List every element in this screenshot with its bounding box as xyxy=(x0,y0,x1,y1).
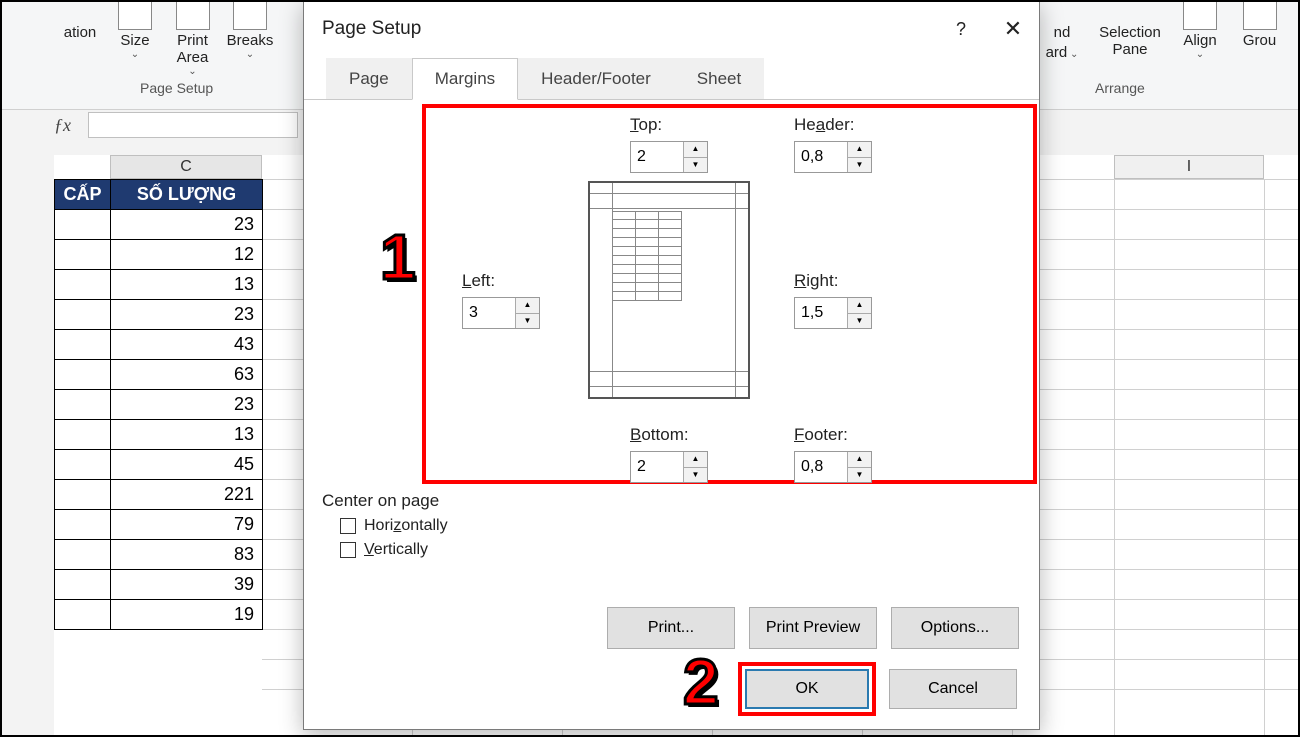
spin-down-icon[interactable]: ▼ xyxy=(848,468,871,483)
tab-margins[interactable]: Margins xyxy=(412,58,518,100)
chk-horizontal[interactable]: Horizontally xyxy=(340,517,448,535)
dialog-tabs: Page Margins Header/Footer Sheet xyxy=(304,57,1039,101)
spin-right[interactable]: ▲▼ xyxy=(794,297,872,329)
table-row: 13 xyxy=(55,420,263,450)
input-footer[interactable] xyxy=(795,452,847,482)
spin-down-icon[interactable]: ▼ xyxy=(516,314,539,329)
data-table[interactable]: CẤPSỐ LƯỢNG 23 12 13 23 43 63 23 13 45 2… xyxy=(54,179,263,630)
spin-down-icon[interactable]: ▼ xyxy=(848,158,871,173)
table-row: 19 xyxy=(55,600,263,630)
spin-up-icon[interactable]: ▲ xyxy=(684,142,707,158)
spin-up-icon[interactable]: ▲ xyxy=(848,142,871,158)
table-row: 12 xyxy=(55,240,263,270)
spin-down-icon[interactable]: ▼ xyxy=(684,158,707,173)
spin-up-icon[interactable]: ▲ xyxy=(848,298,871,314)
spin-down-icon[interactable]: ▼ xyxy=(848,314,871,329)
label-footer: Footer: xyxy=(794,425,848,445)
checkbox-icon[interactable] xyxy=(340,542,356,558)
header-cap: CẤP xyxy=(55,180,111,210)
fx-icon[interactable]: ƒx xyxy=(54,115,71,136)
center-on-page: Center on page Horizontally Vertically xyxy=(322,491,448,559)
input-right[interactable] xyxy=(795,298,847,328)
spin-up-icon[interactable]: ▲ xyxy=(684,452,707,468)
spin-up-icon[interactable]: ▲ xyxy=(848,452,871,468)
input-left[interactable] xyxy=(463,298,515,328)
label-header: Header: xyxy=(794,115,855,135)
table-row: 63 xyxy=(55,360,263,390)
ribbon-orientation[interactable]: ation xyxy=(55,24,105,41)
ribbon-send[interactable]: nd xyxy=(1042,24,1082,41)
tab-page[interactable]: Page xyxy=(326,58,412,100)
table-row: 23 xyxy=(55,300,263,330)
label-left: Left: xyxy=(462,271,495,291)
spin-header[interactable]: ▲▼ xyxy=(794,141,872,173)
input-top[interactable] xyxy=(631,142,683,172)
close-button[interactable]: ✕ xyxy=(987,4,1039,54)
table-row: 43 xyxy=(55,330,263,360)
table-row: 13 xyxy=(55,270,263,300)
header-qty: SỐ LƯỢNG xyxy=(111,180,263,210)
input-header[interactable] xyxy=(795,142,847,172)
table-row: 23 xyxy=(55,210,263,240)
tab-header-footer[interactable]: Header/Footer xyxy=(518,58,674,100)
chk-vertical[interactable]: Vertically xyxy=(340,541,448,559)
print-preview-button[interactable]: Print Preview xyxy=(749,607,877,649)
ribbon-group-arrange: Arrange xyxy=(1095,80,1145,96)
table-row: 79 xyxy=(55,510,263,540)
formula-bar[interactable] xyxy=(88,112,298,138)
label-bottom: Bottom: xyxy=(630,425,689,445)
ribbon-group[interactable]: Grou xyxy=(1232,0,1287,49)
label-right: Right: xyxy=(794,271,838,291)
ribbon-align[interactable]: Align⌄ xyxy=(1175,0,1225,60)
ribbon-ward[interactable]: ard ⌄ xyxy=(1042,44,1082,61)
options-button[interactable]: Options... xyxy=(891,607,1019,649)
dialog-button-row: Print... Print Preview Options... xyxy=(304,607,1019,649)
spin-up-icon[interactable]: ▲ xyxy=(516,298,539,314)
checkbox-icon[interactable] xyxy=(340,518,356,534)
table-row: 45 xyxy=(55,450,263,480)
print-button[interactable]: Print... xyxy=(607,607,735,649)
ribbon-group-page-setup: Page Setup xyxy=(140,80,213,96)
label-top: Top: xyxy=(630,115,662,135)
ribbon-breaks[interactable]: Breaks⌄ xyxy=(221,0,279,60)
col-header-c[interactable]: C xyxy=(110,155,262,179)
ribbon-selection-pane[interactable]: Selection Pane xyxy=(1090,24,1170,58)
spin-bottom[interactable]: ▲▼ xyxy=(630,451,708,483)
ok-button[interactable]: OK xyxy=(745,669,869,709)
table-row: 221 xyxy=(55,480,263,510)
spin-down-icon[interactable]: ▼ xyxy=(684,468,707,483)
spin-left[interactable]: ▲▼ xyxy=(462,297,540,329)
spin-footer[interactable]: ▲▼ xyxy=(794,451,872,483)
dialog-title: Page Setup xyxy=(322,18,935,40)
table-row: 39 xyxy=(55,570,263,600)
col-header-i[interactable]: I xyxy=(1114,155,1264,179)
spin-top[interactable]: ▲▼ xyxy=(630,141,708,173)
ribbon-print-area[interactable]: Print Area⌄ xyxy=(165,0,220,77)
annotation-step-2: 2 xyxy=(683,645,719,719)
annotation-step-1: 1 xyxy=(380,220,416,294)
ribbon-size[interactable]: Size⌄ xyxy=(110,0,160,60)
page-setup-dialog: Page Setup ? ✕ Page Margins Header/Foote… xyxy=(303,0,1040,730)
table-row: 83 xyxy=(55,540,263,570)
tab-sheet[interactable]: Sheet xyxy=(674,58,764,100)
page-preview xyxy=(588,181,750,399)
center-title: Center on page xyxy=(322,491,448,511)
input-bottom[interactable] xyxy=(631,452,683,482)
dialog-titlebar[interactable]: Page Setup ? ✕ xyxy=(304,1,1039,57)
cancel-button[interactable]: Cancel xyxy=(889,669,1017,709)
table-row: 23 xyxy=(55,390,263,420)
help-button[interactable]: ? xyxy=(935,4,987,54)
